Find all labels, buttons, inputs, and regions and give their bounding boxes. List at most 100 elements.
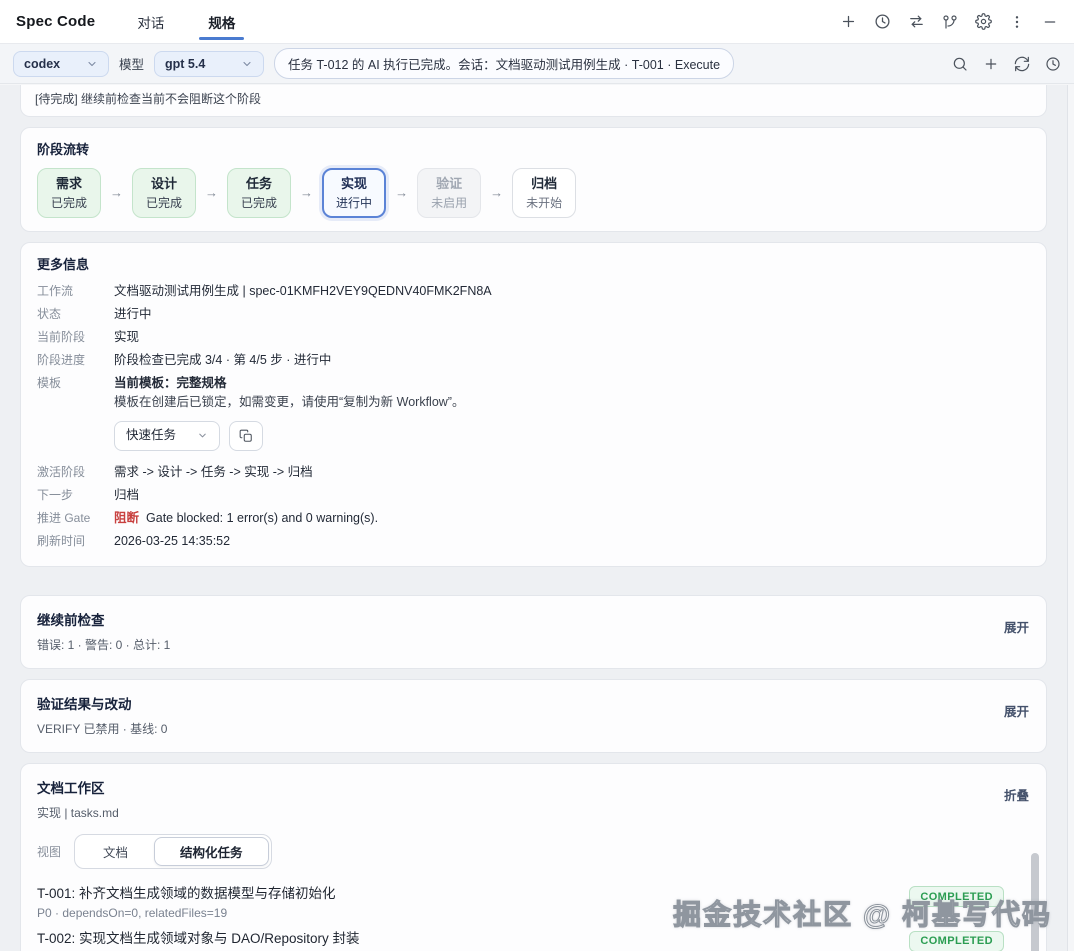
stage-name: 设计 bbox=[146, 174, 182, 194]
app-title: Spec Code bbox=[16, 13, 95, 30]
agent-select-value: codex bbox=[24, 57, 60, 71]
model-select-value: gpt 5.4 bbox=[165, 57, 205, 71]
header-actions bbox=[840, 13, 1058, 30]
chevron-down-icon bbox=[197, 430, 208, 441]
more-info-grid: 工作流 文档驱动测试用例生成 | spec-01KMFH2VEY9QEDNV40… bbox=[37, 283, 1030, 551]
stage-name: 归档 bbox=[526, 174, 562, 194]
info-label-active-phases: 激活阶段 bbox=[37, 464, 101, 482]
status-badge: COMPLETED bbox=[909, 931, 1004, 951]
info-label-gate: 推进 Gate bbox=[37, 510, 101, 528]
pending-check-note: [待完成] 继续前检查当前不会阻断这个阶段 bbox=[35, 92, 261, 106]
document-workspace-card: 文档工作区 实现 | tasks.md 折叠 视图 文档 结构化任务 T-001… bbox=[20, 763, 1047, 951]
main-tabs: 对话 规格 bbox=[137, 0, 235, 43]
stage-implementation[interactable]: 实现 进行中 bbox=[322, 168, 386, 218]
task-row[interactable]: T-002: 实现文档生成领域对象与 DAO/Repository 封装 P0 … bbox=[37, 930, 1004, 951]
refresh-icon[interactable] bbox=[1014, 56, 1030, 72]
task-title: T-002: 实现文档生成领域对象与 DAO/Repository 封装 bbox=[37, 930, 360, 948]
info-value-workflow: 文档驱动测试用例生成 | spec-01KMFH2VEY9QEDNV40FMK2… bbox=[114, 283, 1030, 301]
git-branch-icon[interactable] bbox=[942, 14, 958, 30]
stage-name: 需求 bbox=[51, 174, 87, 194]
stage-design[interactable]: 设计 已完成 bbox=[132, 168, 196, 218]
app-header: Spec Code 对话 规格 bbox=[0, 0, 1074, 44]
spec-main-panel[interactable]: [待完成] 继续前检查当前不会阻断这个阶段 阶段流转 需求 已完成 → 设计 已… bbox=[0, 85, 1068, 951]
verify-results-card: 验证结果与改动 VERIFY 已禁用 · 基线: 0 展开 bbox=[20, 679, 1047, 753]
arrow-icon: → bbox=[490, 185, 503, 200]
info-label-status: 状态 bbox=[37, 306, 101, 324]
template-locked-note: 模板在创建后已锁定，如需变更，请使用“复制为新 Workflow”。 bbox=[114, 394, 1030, 412]
pending-check-note-card: [待完成] 继续前检查当前不会阻断这个阶段 bbox=[20, 85, 1047, 117]
gate-blocked-badge: 阻断 bbox=[114, 511, 139, 525]
spec-toolbar: codex 模型 gpt 5.4 任务 T-012 的 AI 执行已完成。会话：… bbox=[0, 44, 1074, 84]
stage-status: 已完成 bbox=[146, 194, 182, 212]
stage-archive[interactable]: 归档 未开始 bbox=[512, 168, 576, 218]
stage-status: 已完成 bbox=[241, 194, 277, 212]
quick-task-select[interactable]: 快速任务 bbox=[114, 421, 220, 452]
chevron-down-icon bbox=[241, 58, 253, 70]
stage-name: 任务 bbox=[241, 174, 277, 194]
view-switch-row: 视图 文档 结构化任务 bbox=[37, 834, 1030, 869]
stage-name: 验证 bbox=[431, 174, 467, 194]
task-list: T-001: 补齐文档生成领域的数据模型与存储初始化 P0 · dependsO… bbox=[37, 885, 1030, 951]
plus-icon[interactable] bbox=[840, 13, 857, 30]
stage-verify[interactable]: 验证 未启用 bbox=[417, 168, 481, 218]
kebab-icon[interactable] bbox=[1009, 14, 1025, 30]
document-workspace-subtitle: 实现 | tasks.md bbox=[37, 804, 1030, 821]
stage-tasks[interactable]: 任务 已完成 bbox=[227, 168, 291, 218]
stage-status: 未开始 bbox=[526, 194, 562, 212]
template-block: 当前模板：完整规格 模板在创建后已锁定，如需变更，请使用“复制为新 Workfl… bbox=[114, 375, 1030, 459]
clock-icon[interactable] bbox=[874, 13, 891, 30]
verify-results-title: 验证结果与改动 bbox=[37, 693, 1030, 713]
view-segmented-control: 文档 结构化任务 bbox=[74, 834, 272, 869]
expand-link[interactable]: 展开 bbox=[1004, 701, 1029, 720]
expand-link[interactable]: 展开 bbox=[1004, 617, 1029, 636]
clock-icon[interactable] bbox=[1045, 56, 1061, 72]
info-value-gate: 阻断Gate blocked: 1 error(s) and 0 warning… bbox=[114, 510, 1030, 528]
arrow-icon: → bbox=[110, 185, 123, 200]
info-label-phase-progress: 阶段进度 bbox=[37, 352, 101, 370]
arrow-icon: → bbox=[205, 185, 218, 200]
copy-button[interactable] bbox=[229, 421, 263, 451]
collapse-link[interactable]: 折叠 bbox=[1004, 785, 1029, 804]
info-value-current-phase: 实现 bbox=[114, 329, 1030, 347]
arrow-icon: → bbox=[395, 185, 408, 200]
info-label-current-phase: 当前阶段 bbox=[37, 329, 101, 347]
toolbar-actions bbox=[952, 56, 1061, 72]
view-tab-document[interactable]: 文档 bbox=[77, 837, 154, 866]
verify-results-summary: VERIFY 已禁用 · 基线: 0 bbox=[37, 720, 1030, 737]
info-value-active-phases: 需求 -> 设计 -> 任务 -> 实现 -> 归档 bbox=[114, 464, 1030, 482]
execution-status-message: 任务 T-012 的 AI 执行已完成。会话：文档驱动测试用例生成 · T-00… bbox=[274, 48, 734, 79]
plus-icon[interactable] bbox=[983, 56, 999, 72]
info-label-workflow: 工作流 bbox=[37, 283, 101, 301]
agent-select[interactable]: codex bbox=[13, 51, 109, 77]
info-value-status: 进行中 bbox=[114, 306, 1030, 324]
task-meta: P0 · dependsOn=0, relatedFiles=19 bbox=[37, 906, 336, 921]
tab-spec[interactable]: 规格 bbox=[208, 0, 235, 43]
view-tab-structured-tasks[interactable]: 结构化任务 bbox=[154, 837, 269, 866]
info-label-next-step: 下一步 bbox=[37, 487, 101, 505]
tab-conversation[interactable]: 对话 bbox=[137, 0, 164, 43]
task-row[interactable]: T-001: 补齐文档生成领域的数据模型与存储初始化 P0 · dependsO… bbox=[37, 885, 1004, 921]
search-icon[interactable] bbox=[952, 56, 968, 72]
phase-flow-stages: 需求 已完成 → 设计 已完成 → 任务 已完成 → 实现 进行中 → 验证 未… bbox=[37, 168, 1030, 218]
info-value-refresh-time: 2026-03-25 14:35:52 bbox=[114, 533, 1030, 551]
scrollbar-thumb[interactable] bbox=[1031, 853, 1039, 951]
phase-flow-card: 阶段流转 需求 已完成 → 设计 已完成 → 任务 已完成 → 实现 进行中 → bbox=[20, 127, 1047, 232]
info-value-next-step: 归档 bbox=[114, 487, 1030, 505]
more-info-title: 更多信息 bbox=[37, 254, 1030, 273]
pre-continue-check-title: 继续前检查 bbox=[37, 609, 1030, 629]
swap-icon[interactable] bbox=[908, 13, 925, 30]
document-workspace-title: 文档工作区 bbox=[37, 777, 1030, 797]
gear-icon[interactable] bbox=[975, 13, 992, 30]
task-text: T-001: 补齐文档生成领域的数据模型与存储初始化 P0 · dependsO… bbox=[37, 885, 336, 921]
stage-name: 实现 bbox=[336, 174, 372, 194]
template-current: 当前模板：完整规格 bbox=[114, 375, 1030, 393]
minimize-icon[interactable] bbox=[1042, 14, 1058, 30]
stage-requirements[interactable]: 需求 已完成 bbox=[37, 168, 101, 218]
status-badge: COMPLETED bbox=[909, 886, 1004, 907]
pre-continue-check-summary: 错误: 1 · 警告: 0 · 总计: 1 bbox=[37, 636, 1030, 653]
more-info-card: 更多信息 工作流 文档驱动测试用例生成 | spec-01KMFH2VEY9QE… bbox=[20, 242, 1047, 568]
model-select[interactable]: gpt 5.4 bbox=[154, 51, 264, 77]
stage-status: 未启用 bbox=[431, 194, 467, 212]
info-label-refresh-time: 刷新时间 bbox=[37, 533, 101, 551]
phase-flow-title: 阶段流转 bbox=[37, 139, 1030, 158]
